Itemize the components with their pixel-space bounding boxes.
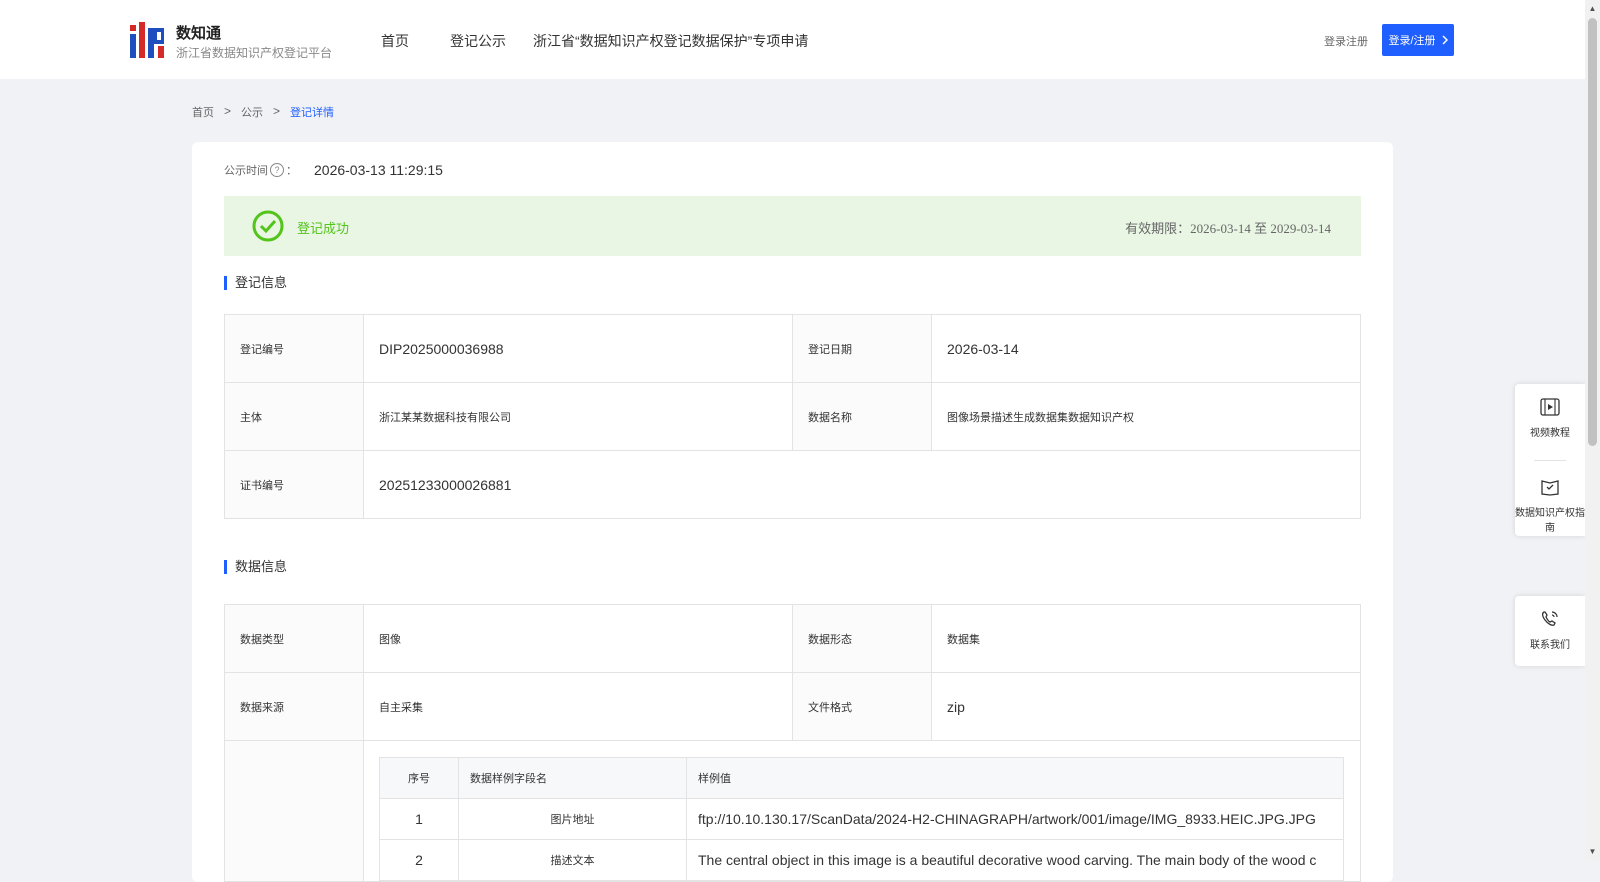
table-row: 1 图片地址 ftp://10.10.130.17/ScanData/2024-… — [379, 798, 1344, 840]
nav-publicity[interactable]: 登记公示 — [450, 31, 506, 51]
col-header-field: 数据样例字段名 — [458, 757, 687, 799]
login-link[interactable]: 登录注册 — [1324, 33, 1368, 49]
scrollbar-thumb[interactable] — [1588, 18, 1597, 446]
cell-sample-value[interactable]: The central object in this image is a be… — [686, 839, 1344, 881]
table-row: 登记编号 DIP2025000036988 登记日期 2026-03-14 — [224, 314, 1361, 383]
logo-mark-icon — [130, 22, 164, 58]
cell-key: 主体 — [224, 382, 364, 451]
cell-value: 20251233000026881 — [363, 450, 1361, 519]
cell-key: 数据形态 — [792, 604, 932, 673]
table-row: 主体 浙江某某数据科技有限公司 数据名称 图像场景描述生成数据集数据知识产权 — [224, 382, 1361, 451]
register-button[interactable]: 登录/注册 — [1382, 24, 1454, 56]
data-info-table: 数据类型 图像 数据形态 数据集 数据来源 自主采集 文件格式 zip 数据样例… — [224, 604, 1361, 882]
cell-value: 自主采集 — [363, 672, 793, 741]
cell-value: DIP2025000036988 — [363, 314, 793, 383]
cell-no: 2 — [379, 839, 459, 881]
breadcrumb-separator: > — [224, 104, 232, 118]
cell-field: 图片地址 — [458, 798, 687, 840]
cell-value: 数据集 — [931, 604, 1361, 673]
chevron-right-icon — [1442, 35, 1448, 45]
validity-period: 有效期限：2026-03-14 至 2029-03-14 — [1125, 221, 1331, 236]
breadcrumb: 首页 > 公示 > 登记详情 — [192, 104, 334, 120]
side-contact-panel: 联系我们 — [1515, 596, 1585, 666]
table-row: 2 描述文本 The central object in this image … — [379, 839, 1344, 881]
cell-value: zip — [931, 672, 1361, 741]
cell-key: 数据来源 — [224, 672, 364, 741]
time-label-text: 公示时间 — [224, 165, 268, 177]
nav-home[interactable]: 首页 — [381, 31, 409, 51]
logo-subtitle: 浙江省数据知识产权登记平台 — [176, 46, 333, 60]
cell-field: 描述文本 — [458, 839, 687, 881]
detail-card: 公示时间 ? ： 2026-03-13 11:29:15 登记成功 有效期限：2… — [192, 142, 1393, 882]
publicity-time-value: 2026-03-13 11:29:15 — [314, 162, 443, 178]
float-contact-label: 联系我们 — [1530, 640, 1570, 651]
cell-key: 数据样例 — [224, 740, 364, 882]
table-row: 证书编号 20251233000026881 — [224, 450, 1361, 519]
sample-cell: 序号 数据样例字段名 样例值 1 图片地址 ftp://10.10.130.17… — [363, 740, 1361, 882]
cell-key: 证书编号 — [224, 450, 364, 519]
cell-key: 数据名称 — [792, 382, 932, 451]
float-guide-label: 数据知识产权指南 — [1515, 508, 1585, 534]
scroll-up-icon[interactable]: ▲ — [1587, 3, 1598, 14]
logo-name: 数知通 — [176, 25, 222, 42]
sample-header-row: 序号 数据样例字段名 样例值 — [379, 757, 1344, 799]
register-label: 登录/注册 — [1388, 35, 1436, 47]
cell-key: 登记编号 — [224, 314, 364, 383]
col-header-no: 序号 — [379, 757, 459, 799]
table-row: 数据样例 序号 数据样例字段名 样例值 1 图片地址 ftp://10.10.1… — [224, 740, 1361, 882]
check-circle-icon — [252, 210, 284, 242]
video-icon — [1540, 398, 1560, 416]
float-contact[interactable]: 联系我们 — [1515, 610, 1585, 651]
breadcrumb-current: 登记详情 — [290, 107, 335, 119]
scroll-down-icon[interactable]: ▼ — [1587, 846, 1598, 857]
top-header: 数知通 浙江省数据知识产权登记平台 首页 登记公示 浙江省“数据知识产权登记数据… — [0, 0, 1585, 79]
breadcrumb-separator: > — [273, 104, 281, 118]
sample-table: 序号 数据样例字段名 样例值 1 图片地址 ftp://10.10.130.17… — [379, 757, 1344, 881]
cell-value: 图像 — [363, 604, 793, 673]
table-row: 数据来源 自主采集 文件格式 zip — [224, 672, 1361, 741]
cell-key: 数据类型 — [224, 604, 364, 673]
cell-value: 浙江某某数据科技有限公司 — [363, 382, 793, 451]
cell-sample-value[interactable]: ftp://10.10.130.17/ScanData/2024-H2-CHIN… — [686, 798, 1344, 840]
breadcrumb-home[interactable]: 首页 — [192, 104, 214, 120]
publicity-time-row: 公示时间 ? ： 2026-03-13 11:29:15 — [224, 162, 443, 178]
cell-value: 图像场景描述生成数据集数据知识产权 — [931, 382, 1361, 451]
cell-no: 1 — [379, 798, 459, 840]
colon: ： — [286, 165, 297, 177]
side-float-panel: 视频教程 数据知识产权指南 — [1515, 384, 1585, 536]
site-logo[interactable]: 数知通 浙江省数据知识产权登记平台 — [130, 20, 350, 60]
table-row: 数据类型 图像 数据形态 数据集 — [224, 604, 1361, 673]
status-text: 登记成功 — [297, 221, 350, 236]
book-icon — [1541, 480, 1559, 496]
cell-value: 2026-03-14 — [931, 314, 1361, 383]
registration-table: 登记编号 DIP2025000036988 登记日期 2026-03-14 主体… — [224, 314, 1361, 519]
cell-key: 文件格式 — [792, 672, 932, 741]
phone-icon — [1541, 611, 1558, 626]
status-banner: 登记成功 有效期限：2026-03-14 至 2029-03-14 — [224, 196, 1361, 256]
section-title-registration: 登记信息 — [224, 276, 287, 290]
float-video-label: 视频教程 — [1530, 428, 1570, 439]
divider — [1534, 460, 1566, 461]
help-icon[interactable]: ? — [270, 163, 284, 177]
section-title-data: 数据信息 — [224, 560, 287, 574]
nav-special-program[interactable]: 浙江省“数据知识产权登记数据保护”专项申请 — [533, 31, 808, 51]
float-video-tutorial[interactable]: 视频教程 — [1515, 398, 1585, 439]
col-header-value: 样例值 — [686, 757, 1344, 799]
float-guide[interactable]: 数据知识产权指南 — [1515, 478, 1585, 534]
cell-key: 登记日期 — [792, 314, 932, 383]
publicity-time-label: 公示时间 ? ： — [224, 162, 314, 178]
breadcrumb-level2[interactable]: 公示 — [241, 104, 263, 120]
